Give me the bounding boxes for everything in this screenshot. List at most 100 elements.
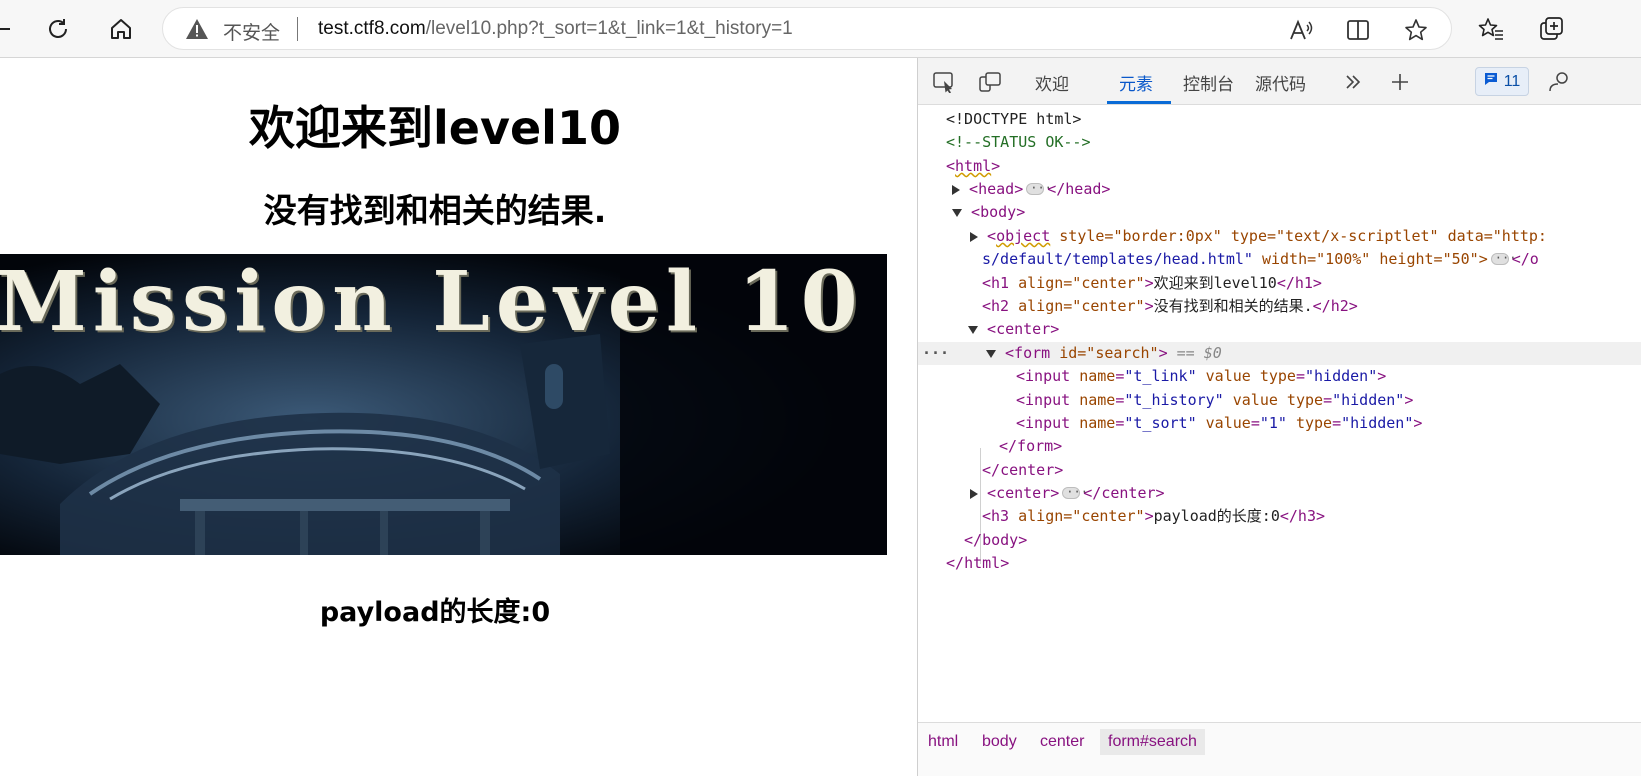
issues-count: 11 <box>1503 72 1521 90</box>
customize-icon[interactable] <box>1546 68 1574 96</box>
url-host: test.ctf8.com <box>318 18 426 39</box>
inspect-element-icon[interactable] <box>930 68 958 96</box>
dom-line-input-sort[interactable]: <input name="t_sort" value="1" type="hid… <box>918 412 1641 435</box>
collections-icon[interactable] <box>1532 10 1570 48</box>
collapsed-ellipsis-icon[interactable] <box>1026 177 1052 200</box>
breadcrumb-body[interactable]: body <box>974 729 1025 755</box>
device-emulation-icon[interactable] <box>976 68 1004 96</box>
dom-line-h2[interactable]: <h2 align="center">没有找到和相关的结果.</h2> <box>918 295 1641 318</box>
address-bar[interactable]: 不安全 test.ctf8.com/level10.php?t_sort=1&t… <box>162 7 1452 50</box>
refresh-icon[interactable] <box>39 10 77 48</box>
dom-line-input-history[interactable]: <input name="t_history" value type="hidd… <box>918 389 1641 412</box>
body-tag-open: body <box>980 203 1017 221</box>
address-separator <box>297 17 298 41</box>
collapsed-ellipsis-icon[interactable] <box>1062 481 1088 504</box>
dom-line-head[interactable]: <head></head> <box>918 177 1641 201</box>
active-tab-indicator <box>1107 101 1171 104</box>
object-tag-name: object <box>996 227 1051 245</box>
dom-line-doctype[interactable]: <!DOCTYPE html> <box>918 108 1641 131</box>
security-label[interactable]: 不安全 <box>223 18 280 45</box>
center2-tag-open: center <box>996 484 1051 502</box>
dom-line-body[interactable]: <body> <box>918 201 1641 224</box>
dom-line-html-close[interactable]: </html> <box>918 552 1641 575</box>
collapse-arrow-icon[interactable] <box>986 349 996 358</box>
dom-breadcrumb: html body center form#search <box>918 722 1641 776</box>
dom-line-html[interactable]: <html> <box>918 155 1641 178</box>
page-viewport: 欢迎来到level10 没有找到和相关的结果. Mission Level 10… <box>0 58 917 776</box>
h1-attr: align="center" <box>1018 274 1145 292</box>
dom-line-center-close[interactable]: </center> <box>918 459 1641 482</box>
doctype-text: <!DOCTYPE html> <box>946 110 1082 128</box>
h2-text: 没有找到和相关的结果. <box>1153 297 1313 315</box>
collapsed-ellipsis-icon[interactable] <box>1490 247 1516 270</box>
html-tag-close: html <box>964 554 1001 572</box>
center2-tag-close: center <box>1101 484 1156 502</box>
split-screen-icon[interactable] <box>1344 16 1372 44</box>
browser-toolbar: 不安全 test.ctf8.com/level10.php?t_sort=1&t… <box>0 0 1641 58</box>
more-actions-dots[interactable]: ··· <box>922 342 949 365</box>
favorites-icon[interactable] <box>1472 10 1510 48</box>
h2-attr: align="center" <box>1018 297 1145 315</box>
read-aloud-icon[interactable] <box>1287 16 1315 44</box>
h1-text: 欢迎来到level10 <box>1153 274 1277 292</box>
expand-arrow-icon[interactable] <box>970 488 978 499</box>
comment-text: <!--STATUS OK--> <box>946 133 1091 151</box>
devtools-panel: 欢迎 元素 控制台 源代码 11 <!DOCTYPE html> <!--STA… <box>917 58 1641 776</box>
head-tag-close: head <box>1065 180 1102 198</box>
tab-console[interactable]: 控制台 <box>1183 70 1234 95</box>
url-text[interactable]: test.ctf8.com/level10.php?t_sort=1&t_lin… <box>318 18 793 40</box>
message-icon <box>1484 72 1498 91</box>
center-tag-close: center <box>1000 461 1055 479</box>
dom-line-center[interactable]: <center> <box>918 318 1641 341</box>
input-name-link: "t_link" <box>1124 367 1197 385</box>
url-path: /level10.php?t_sort=1&t_link=1&t_history… <box>425 18 793 39</box>
dom-line-object[interactable]: <object style="border:0px" type="text/x-… <box>918 225 1641 248</box>
input-type-hidden: "hidden" <box>1305 367 1378 385</box>
dom-line-h3[interactable]: <h3 align="center">payload的长度:0</h3> <box>918 505 1641 528</box>
dom-line-center2[interactable]: <center></center> <box>918 481 1641 505</box>
back-icon[interactable] <box>0 10 20 48</box>
object-data-value: s/default/templates/head.html" <box>982 250 1253 268</box>
dom-line-comment[interactable]: <!--STATUS OK--> <box>918 131 1641 154</box>
collapse-arrow-icon[interactable] <box>952 208 962 217</box>
form-attr: id="search" <box>1059 344 1159 362</box>
collapse-arrow-icon[interactable] <box>968 325 978 334</box>
search-result-heading: 没有找到和相关的结果. <box>263 191 607 230</box>
page-heading: 欢迎来到level10 <box>249 101 621 155</box>
dom-tree: <!DOCTYPE html> <!--STATUS OK--> <html> … <box>918 105 1641 722</box>
warning-icon[interactable] <box>185 18 209 45</box>
selected-marker: == $0 <box>1176 344 1222 362</box>
dom-line-input-link[interactable]: <input name="t_link" value type="hidden"… <box>918 365 1641 388</box>
body-tag-close: body <box>982 531 1019 549</box>
mission-banner-image: Mission Level 10 <box>0 254 887 555</box>
banner-title-text: Mission Level 10 <box>0 254 864 350</box>
dom-line-form-close[interactable]: </form> <box>918 435 1641 458</box>
input-name-history: "t_history" <box>1124 391 1224 409</box>
html-tag-name: html <box>955 157 992 175</box>
tab-sources[interactable]: 源代码 <box>1255 70 1306 95</box>
breadcrumb-center[interactable]: center <box>1032 729 1092 755</box>
input-type-hidden: "hidden" <box>1332 391 1405 409</box>
h3-attr: align="center" <box>1018 507 1145 525</box>
tab-elements[interactable]: 元素 <box>1119 70 1153 95</box>
dom-line-body-close[interactable]: </body> <box>918 529 1641 552</box>
dom-line-object-cont[interactable]: s/default/templates/head.html" width="10… <box>918 247 1641 271</box>
dom-line-h1[interactable]: <h1 align="center">欢迎来到level10</h1> <box>918 272 1641 295</box>
favorite-star-icon[interactable] <box>1402 16 1430 44</box>
breadcrumb-form-search[interactable]: form#search <box>1100 729 1205 755</box>
more-tabs-icon[interactable] <box>1339 68 1367 96</box>
home-icon[interactable] <box>102 10 140 48</box>
tab-welcome[interactable]: 欢迎 <box>1035 70 1069 95</box>
head-tag-open: head <box>978 180 1015 198</box>
object-attributes: style="border:0px" type="text/x-scriptle… <box>1059 227 1547 245</box>
expand-arrow-icon[interactable] <box>952 184 960 195</box>
issues-badge[interactable]: 11 <box>1475 67 1529 96</box>
input-type-hidden: "hidden" <box>1341 414 1414 432</box>
input-value-sort: "1" <box>1259 414 1287 432</box>
add-tab-icon[interactable] <box>1386 68 1414 96</box>
breadcrumb-html[interactable]: html <box>920 729 966 755</box>
input-name-sort: "t_sort" <box>1124 414 1197 432</box>
dom-line-form-selected[interactable]: ··· <form id="search"> == $0 <box>918 342 1641 365</box>
expand-arrow-icon[interactable] <box>970 231 978 242</box>
center-tag-open: center <box>996 320 1051 338</box>
